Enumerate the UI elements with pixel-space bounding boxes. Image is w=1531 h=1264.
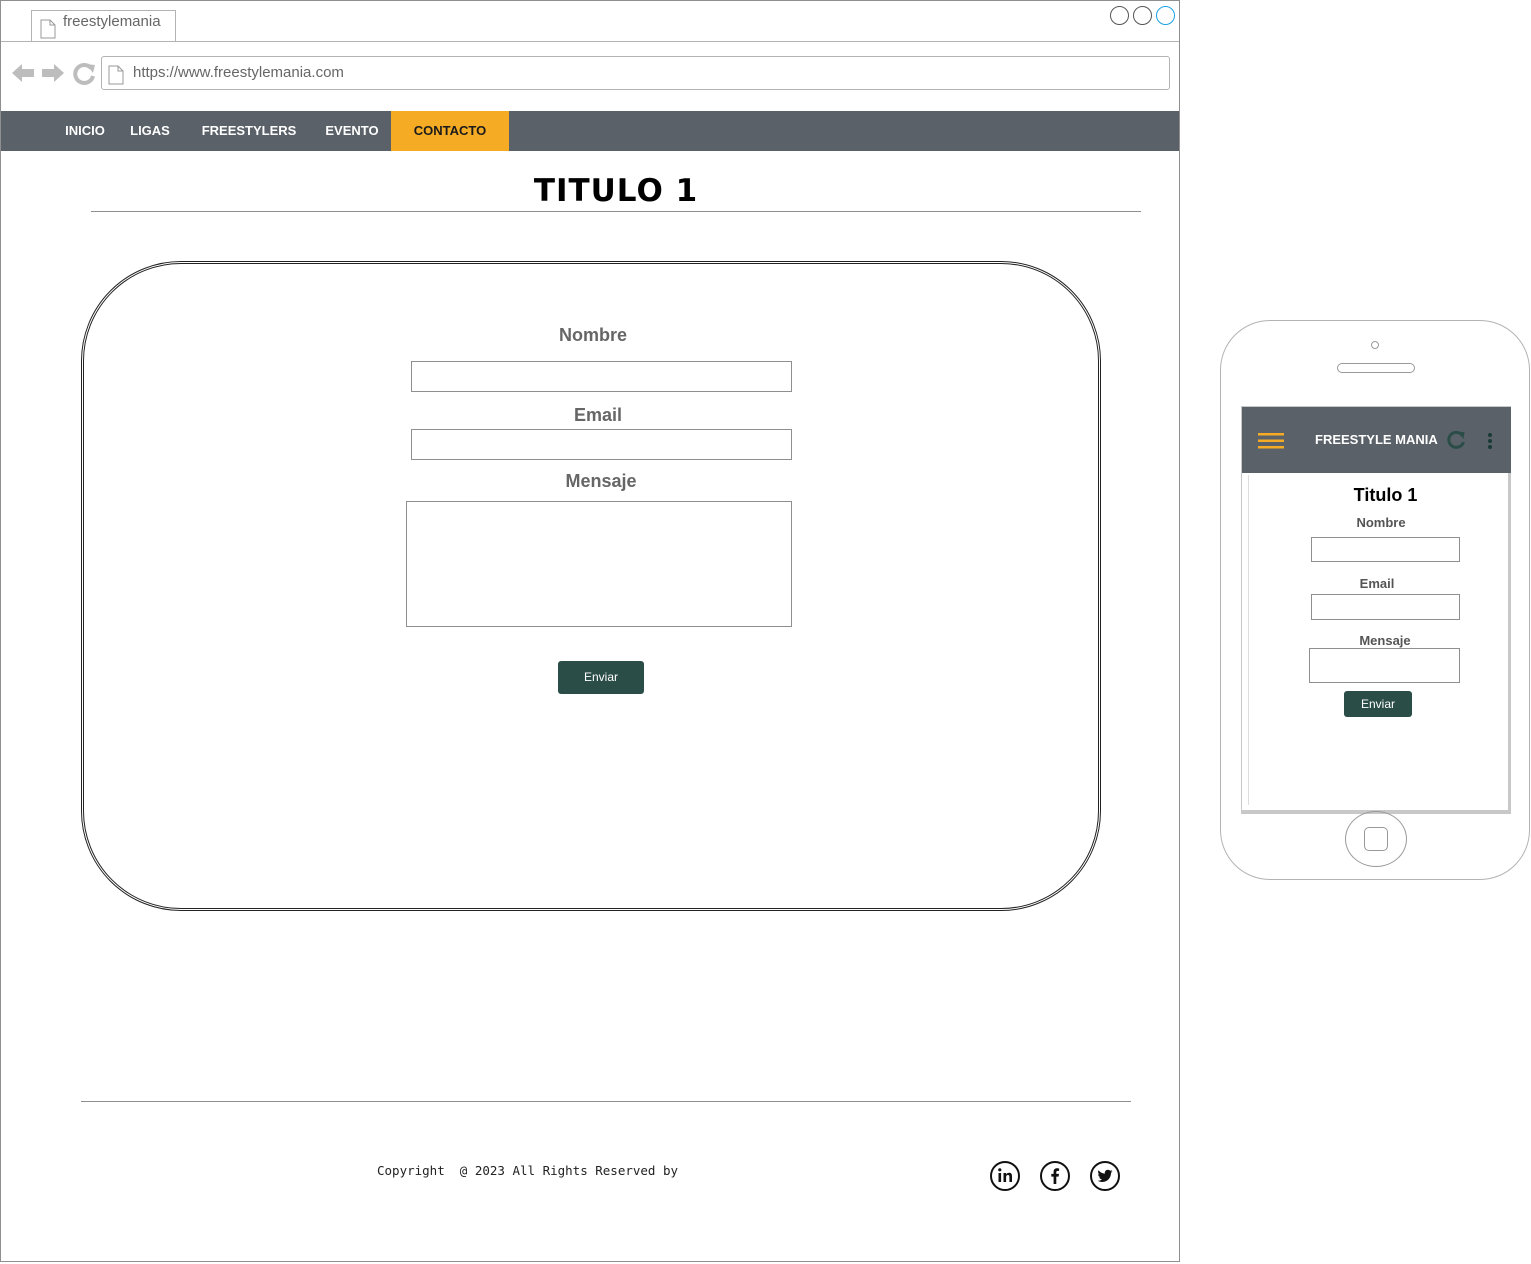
linkedin-icon[interactable]: [990, 1161, 1020, 1191]
title-divider: [91, 211, 1141, 212]
tab-bar: freestylemania: [1, 1, 1179, 42]
nav-item-evento[interactable]: EVENTO: [314, 111, 390, 151]
facebook-icon[interactable]: [1040, 1161, 1070, 1191]
mobile-submit-button[interactable]: Enviar: [1344, 691, 1412, 717]
hamburger-menu-icon[interactable]: [1258, 432, 1284, 450]
mobile-app-bar: FREESTYLE MANIA: [1242, 407, 1511, 473]
mobile-page-title: Titulo 1: [1353, 485, 1418, 505]
email-input[interactable]: [411, 429, 792, 460]
phone-home-button[interactable]: [1345, 811, 1407, 867]
mobile-message-label: Mensaje: [1359, 633, 1411, 648]
more-options-icon[interactable]: [1486, 432, 1494, 450]
email-label: Email: [573, 405, 623, 425]
name-input[interactable]: [411, 361, 792, 392]
copyright-text: Copyright @ 2023 All Rights Reserved by: [377, 1163, 679, 1178]
page-title: TITULO 1: [533, 173, 699, 209]
restore-button[interactable]: [1133, 6, 1152, 25]
page-icon: [40, 19, 56, 39]
nav-item-freestylers[interactable]: FREESTYLERS: [189, 111, 309, 151]
window-controls: [1110, 6, 1175, 25]
url-text: https://www.freestylemania.com: [133, 64, 344, 81]
submit-button[interactable]: Enviar: [558, 661, 644, 694]
page-icon: [108, 65, 124, 85]
mobile-message-textarea[interactable]: [1309, 648, 1460, 683]
mobile-email-input[interactable]: [1311, 594, 1460, 620]
back-arrow-icon[interactable]: [11, 62, 35, 84]
phone-screen: FREESTYLE MANIA Titulo 1 Nombre Email Me…: [1241, 406, 1511, 814]
name-label: Nombre: [558, 325, 627, 345]
phone-mockup: FREESTYLE MANIA Titulo 1 Nombre Email Me…: [1220, 320, 1530, 880]
browser-tab[interactable]: freestylemania: [31, 10, 176, 41]
maximize-button[interactable]: [1156, 6, 1175, 25]
minimize-button[interactable]: [1110, 6, 1129, 25]
forward-arrow-icon[interactable]: [41, 62, 65, 84]
tab-title: freestylemania: [63, 13, 161, 30]
browser-window: freestylemania https://www.freestylemani…: [0, 0, 1180, 1262]
home-square-icon: [1364, 827, 1388, 851]
mobile-name-label: Nombre: [1356, 515, 1406, 530]
footer-divider: [81, 1101, 1131, 1102]
message-textarea[interactable]: [406, 501, 792, 627]
mobile-email-label: Email: [1359, 576, 1395, 591]
nav-item-inicio[interactable]: INICIO: [53, 111, 117, 151]
mobile-content: Titulo 1 Nombre Email Mensaje Enviar: [1248, 475, 1506, 805]
phone-speaker: [1337, 363, 1415, 373]
nav-item-contacto[interactable]: CONTACTO: [391, 111, 509, 151]
refresh-icon[interactable]: [1446, 430, 1466, 450]
message-label: Mensaje: [565, 471, 637, 491]
mobile-app-title: FREESTYLE MANIA: [1315, 432, 1438, 447]
url-bar[interactable]: https://www.freestylemania.com: [101, 56, 1170, 90]
main-navbar: INICIO LIGAS FREESTYLERS EVENTO CONTACTO: [1, 111, 1179, 151]
twitter-icon[interactable]: [1090, 1161, 1120, 1191]
reload-icon[interactable]: [72, 62, 96, 86]
phone-camera: [1371, 341, 1379, 349]
mobile-name-input[interactable]: [1311, 537, 1460, 562]
address-bar: https://www.freestylemania.com: [1, 42, 1179, 110]
nav-item-ligas[interactable]: LIGAS: [119, 111, 181, 151]
